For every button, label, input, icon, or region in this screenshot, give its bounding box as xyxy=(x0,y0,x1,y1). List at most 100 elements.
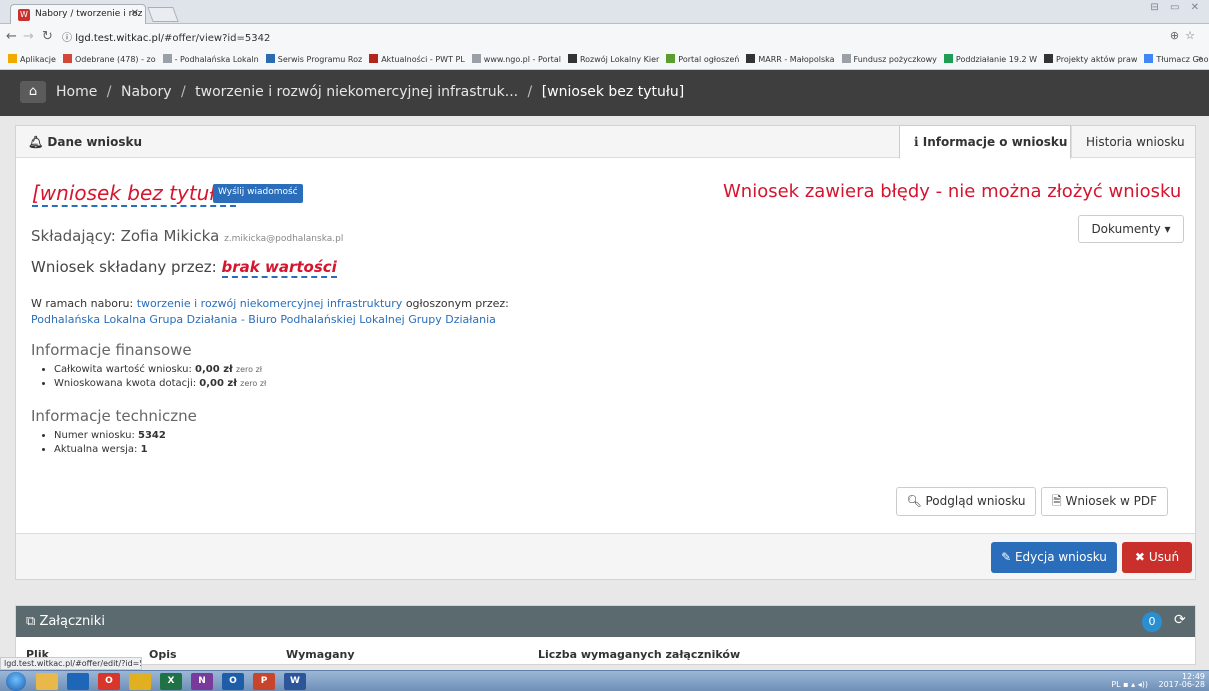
preview-button[interactable]: 🔍︎ Podgląd wniosku xyxy=(896,487,1036,516)
panel-header: 🔔︎ Dane wniosku i Informacje o wniosku H… xyxy=(16,125,1195,159)
browser-tabbar: W Nabory / tworzenie i roz ✕ ⊟ ▭ ✕ xyxy=(0,0,1209,24)
bookmark-label: Fundusz pożyczkowy xyxy=(853,55,937,64)
bookmark-favicon-icon xyxy=(841,54,851,63)
info-icon: ⓘ xyxy=(62,33,72,44)
bookmark-favicon-icon xyxy=(567,54,577,63)
documents-label: Dokumenty xyxy=(1091,222,1161,236)
bookmark-item[interactable]: - Podhalańska Lokaln xyxy=(162,54,259,64)
tab-title: Nabory / tworzenie i roz xyxy=(35,9,143,19)
crumb-separator: / xyxy=(180,84,186,100)
column-required[interactable]: Wymagany xyxy=(286,648,355,661)
pdf-button[interactable]: 🗎 Wniosek w PDF xyxy=(1041,487,1168,516)
crumb-separator: / xyxy=(527,84,533,100)
submitted-by-label: Wniosek składany przez: xyxy=(31,258,217,276)
outlook-icon[interactable]: O xyxy=(222,673,244,690)
chrome-icon[interactable] xyxy=(129,673,151,690)
tab-application-info[interactable]: i Informacje o wniosku xyxy=(899,125,1071,159)
bookmark-favicon-icon xyxy=(666,54,676,63)
network-volume-icons[interactable]: ▪ ▴ ◂)) xyxy=(1123,680,1148,689)
window-controls[interactable]: ⊟ ▭ ✕ xyxy=(1150,2,1203,13)
url-path: /#offer/view?id=5342 xyxy=(160,33,271,44)
url-field[interactable]: ⓘ lgd.test.witkac.pl/#offer/view?id=5342 xyxy=(62,29,270,44)
bookmarks-more-icon[interactable]: » xyxy=(1197,54,1203,64)
excel-icon[interactable]: X xyxy=(160,673,182,690)
technical-info-list: Numer wniosku: 5342 Aktualna wersja: 1 xyxy=(54,429,166,457)
opera-icon[interactable]: O xyxy=(98,673,120,690)
thunderbird-icon[interactable] xyxy=(67,673,89,690)
crumb-separator: / xyxy=(106,84,112,100)
bookmark-favicon-icon xyxy=(265,54,275,63)
submitted-by-value[interactable]: brak wartości xyxy=(221,258,337,278)
bookmark-favicon-icon xyxy=(8,54,17,63)
bookmark-label: Projekty aktów praw xyxy=(1056,55,1138,64)
bookmark-label: Aplikacje xyxy=(20,55,56,64)
bookmark-item[interactable]: Portal ogłoszeń xyxy=(666,54,739,64)
home-icon[interactable]: ⌂ xyxy=(20,81,46,103)
bookmark-item[interactable]: Poddziałanie 19.2 W xyxy=(943,54,1037,64)
call-link[interactable]: tworzenie i rozwój niekomercyjnej infras… xyxy=(137,297,403,310)
organization-link[interactable]: Podhalańska Lokalna Grupa Działania - Bi… xyxy=(31,313,496,326)
total-value-words: zero zł xyxy=(235,365,263,374)
panel-footer: ✎ Edycja wniosku ✖ Usuń xyxy=(16,533,1195,579)
explorer-icon[interactable] xyxy=(36,673,58,690)
breadcrumb: Home / Nabory / tworzenie i rozwój nieko… xyxy=(56,84,684,100)
pdf-button-label: Wniosek w PDF xyxy=(1065,494,1158,508)
back-arrow-icon[interactable]: ← xyxy=(6,29,17,44)
attachments-title: ⧉ Załączniki xyxy=(26,614,105,629)
call-suffix: ogłoszonym przez: xyxy=(405,297,509,310)
browser-tab[interactable]: W Nabory / tworzenie i roz ✕ xyxy=(10,4,146,24)
refresh-icon[interactable]: ⟳ xyxy=(1174,612,1186,628)
bookmark-favicon-icon xyxy=(162,54,172,63)
language-indicator[interactable]: PL xyxy=(1111,680,1120,689)
reload-icon[interactable]: ↻ xyxy=(42,29,53,44)
bookmark-item[interactable]: www.ngo.pl - Portal xyxy=(471,54,561,64)
bookmark-item[interactable]: Aktualności - PWT PL xyxy=(369,54,465,64)
edit-button-label: Edycja wniosku xyxy=(1014,550,1107,564)
bookmark-label: www.ngo.pl - Portal xyxy=(483,55,561,64)
application-number-label: Numer wniosku: xyxy=(54,430,135,441)
edit-application-button[interactable]: ✎ Edycja wniosku xyxy=(991,542,1117,573)
pdf-file-icon: 🗎 xyxy=(1051,494,1062,508)
close-icon: ✖ xyxy=(1134,550,1145,564)
bookmark-item[interactable]: Odebrane (478) - zo xyxy=(62,54,156,64)
call-prefix: W ramach naboru: xyxy=(31,297,134,310)
bookmark-label: Portal ogłoszeń xyxy=(678,55,740,64)
bookmark-favicon-icon xyxy=(943,54,953,63)
applicant: Składający: Zofia Mikicka z.mikicka@podh… xyxy=(31,227,343,245)
onenote-icon[interactable]: N xyxy=(191,673,213,690)
new-tab-button[interactable] xyxy=(147,7,179,22)
forward-arrow-icon[interactable]: → xyxy=(23,29,34,44)
word-icon[interactable]: W xyxy=(284,673,306,690)
bookmark-item[interactable]: MARR - Małopolska xyxy=(746,54,835,64)
delete-button[interactable]: ✖ Usuń xyxy=(1122,542,1192,573)
crumb-home[interactable]: Home xyxy=(56,84,97,100)
attachments-count-badge: 0 xyxy=(1142,612,1162,632)
bookmark-item[interactable]: Rozwój Lokalny Kier xyxy=(567,54,659,64)
zoom-and-star-icons[interactable]: ⊕☆ xyxy=(1170,29,1201,42)
witkac-favicon-icon: W xyxy=(18,9,30,21)
documents-dropdown[interactable]: Dokumenty ▾ xyxy=(1078,215,1184,243)
crumb-nabory[interactable]: Nabory xyxy=(121,84,172,100)
bookmark-item[interactable]: Fundusz pożyczkowy xyxy=(841,54,937,64)
application-number: 5342 xyxy=(138,430,166,441)
start-button-icon[interactable] xyxy=(6,672,26,691)
column-required-count[interactable]: Liczba wymaganych załączników xyxy=(538,648,740,661)
panel-title: 🔔︎ Dane wniosku xyxy=(28,135,142,149)
attachments-table-header: Plik Opis Wymagany Liczba wymaganych zał… xyxy=(16,637,1195,664)
panel-title-text: Dane wniosku xyxy=(47,135,142,149)
close-tab-icon[interactable]: ✕ xyxy=(131,8,139,19)
bookmark-item[interactable]: Serwis Programu Roz xyxy=(265,54,362,64)
crumb-call[interactable]: tworzenie i rozwój niekomercyjnej infras… xyxy=(195,84,518,100)
date[interactable]: 2017-06-28 xyxy=(1159,680,1206,689)
bookmark-item[interactable]: Aplikacje xyxy=(8,54,56,64)
system-tray: PL ▪ ▴ ◂)) 12:49 2017-06-28 xyxy=(1111,673,1205,689)
send-message-button[interactable]: Wyślij wiadomość xyxy=(213,184,303,203)
list-item: Całkowita wartość wniosku: 0,00 zł zero … xyxy=(54,363,266,377)
bell-icon: 🔔︎ xyxy=(28,135,44,149)
bookmark-item[interactable]: Projekty aktów praw xyxy=(1044,54,1137,64)
tab-application-history[interactable]: Historia wniosku xyxy=(1071,126,1195,158)
bookmark-favicon-icon xyxy=(369,54,379,63)
application-title[interactable]: [wniosek bez tytułu] xyxy=(32,181,236,207)
powerpoint-icon[interactable]: P xyxy=(253,673,275,690)
column-description[interactable]: Opis xyxy=(149,648,177,661)
